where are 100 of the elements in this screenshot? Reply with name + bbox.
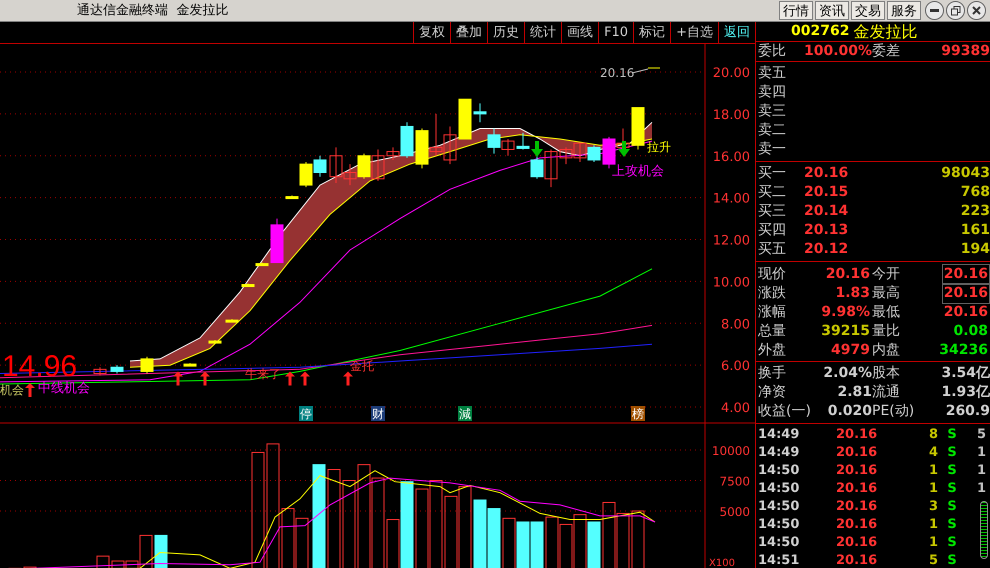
trade-time: 14:50	[758, 534, 800, 552]
candlestick	[110, 364, 124, 374]
quote-value: 20.16	[942, 303, 989, 322]
candlestick	[574, 142, 586, 163]
trade-count: 1	[976, 444, 986, 462]
trade-time: 14:50	[758, 498, 800, 516]
volume-bar	[616, 512, 630, 568]
quote-value: 2.81	[836, 383, 872, 402]
trade-volume: 3	[928, 498, 938, 516]
trade-count: 5	[976, 426, 986, 444]
candlestick	[560, 146, 572, 165]
field-label: 最低	[872, 303, 901, 322]
bid-price: 20.12	[804, 240, 850, 259]
field-label: 卖一	[758, 140, 787, 159]
stock-code: 002762	[791, 22, 850, 41]
toolbar-button[interactable]: 画线	[561, 22, 598, 44]
candlestick	[458, 98, 472, 140]
stock-name: 金发拉比	[853, 22, 918, 41]
trade-price: 20.16	[836, 516, 878, 534]
scrollbar-handle[interactable]	[980, 501, 988, 559]
trade-price: 20.16	[836, 444, 878, 462]
field-label: 总量	[758, 322, 787, 341]
close-button[interactable]	[967, 1, 986, 20]
trade-count: 1	[976, 462, 986, 480]
up-arrow-icon	[25, 383, 35, 397]
bid-volume: 194	[960, 240, 990, 259]
quote-value: 20.16	[824, 265, 871, 284]
candlestick	[372, 148, 384, 182]
trade-volume: 5	[928, 552, 938, 568]
candlestick	[444, 126, 456, 165]
trade-volume: 1	[928, 480, 938, 498]
candlestick	[140, 356, 154, 374]
field-label: 卖二	[758, 121, 787, 140]
signal-label: 上攻机会	[612, 164, 664, 179]
trade-side: S	[946, 516, 958, 534]
field-label: 收益(一)	[758, 402, 812, 421]
minimize-button[interactable]	[925, 1, 944, 20]
trade-price: 20.16	[836, 462, 878, 480]
candlestick	[94, 366, 106, 376]
event-marker: 停	[299, 406, 313, 421]
trade-volume: 4	[928, 444, 938, 462]
field-label: 买三	[758, 202, 787, 221]
toolbar-button[interactable]: F10	[598, 22, 634, 44]
toolbar-button[interactable]: 复权	[413, 22, 450, 44]
candlestick	[474, 102, 486, 123]
trade-side: S	[946, 534, 958, 552]
trade-side: S	[946, 426, 958, 444]
toolbar-button[interactable]: 历史	[487, 22, 524, 44]
field-label: 最高	[872, 284, 901, 303]
volume-bar	[602, 502, 616, 568]
candlestick	[430, 113, 442, 156]
volume-axis-label: 5000	[719, 505, 750, 519]
field-label: 现价	[758, 265, 787, 284]
menu-button[interactable]: 行情	[779, 1, 813, 20]
latest-price-label: 20.16	[600, 66, 634, 80]
menu-button[interactable]: 交易	[851, 1, 885, 20]
trade-time: 14:49	[758, 444, 800, 462]
trade-count: 1	[976, 480, 986, 498]
toolbar-button[interactable]: 返回	[718, 22, 755, 44]
trade-time: 14:50	[758, 480, 800, 498]
bid-price: 20.13	[804, 221, 850, 240]
field-label: 股本	[872, 364, 901, 383]
menu-button[interactable]: 服务	[887, 1, 921, 20]
volume-bar	[574, 514, 586, 568]
toolbar-button[interactable]: 叠加	[450, 22, 488, 44]
toolbar-button[interactable]: +自选	[670, 22, 718, 44]
restore-button[interactable]	[946, 1, 965, 20]
trade-price: 20.16	[836, 534, 878, 552]
signal-label: 中线机会	[38, 381, 90, 396]
volume-bar	[530, 521, 544, 568]
up-arrow-icon	[285, 371, 295, 386]
quote-value: 0.020	[826, 402, 872, 421]
order-ratio-value: 100.00%	[804, 42, 872, 61]
field-label: 今开	[872, 265, 901, 284]
bid-price: 20.16	[804, 164, 850, 183]
volume-bar	[488, 508, 500, 568]
toolbar-button[interactable]: 标记	[633, 22, 670, 44]
candlestick	[184, 362, 196, 367]
close-icon	[972, 6, 981, 15]
candlestick	[314, 155, 326, 178]
quote-value: 20.16	[942, 283, 990, 304]
signal-label: 机会	[0, 383, 24, 397]
field-label: 换手	[758, 364, 787, 383]
candlestick	[256, 262, 268, 266]
quote-value: 9.98%	[820, 303, 871, 322]
toolbar-button[interactable]: 统计	[524, 22, 562, 44]
bid-volume: 98043	[940, 164, 990, 183]
volume-bar	[632, 510, 644, 568]
trade-time: 14:50	[758, 462, 800, 480]
volume-bar	[474, 500, 486, 568]
quote-value: 0.08	[952, 322, 989, 341]
menu-button[interactable]: 资讯	[815, 1, 849, 20]
quote-value: 260.9	[944, 402, 990, 421]
restore-icon	[950, 6, 960, 16]
candlestick	[242, 283, 254, 288]
candlestick	[588, 144, 600, 163]
trade-price: 20.16	[836, 498, 878, 516]
up-arrow-icon	[200, 371, 210, 386]
trade-side: S	[946, 498, 958, 516]
field-label: PE(动)	[872, 402, 916, 421]
